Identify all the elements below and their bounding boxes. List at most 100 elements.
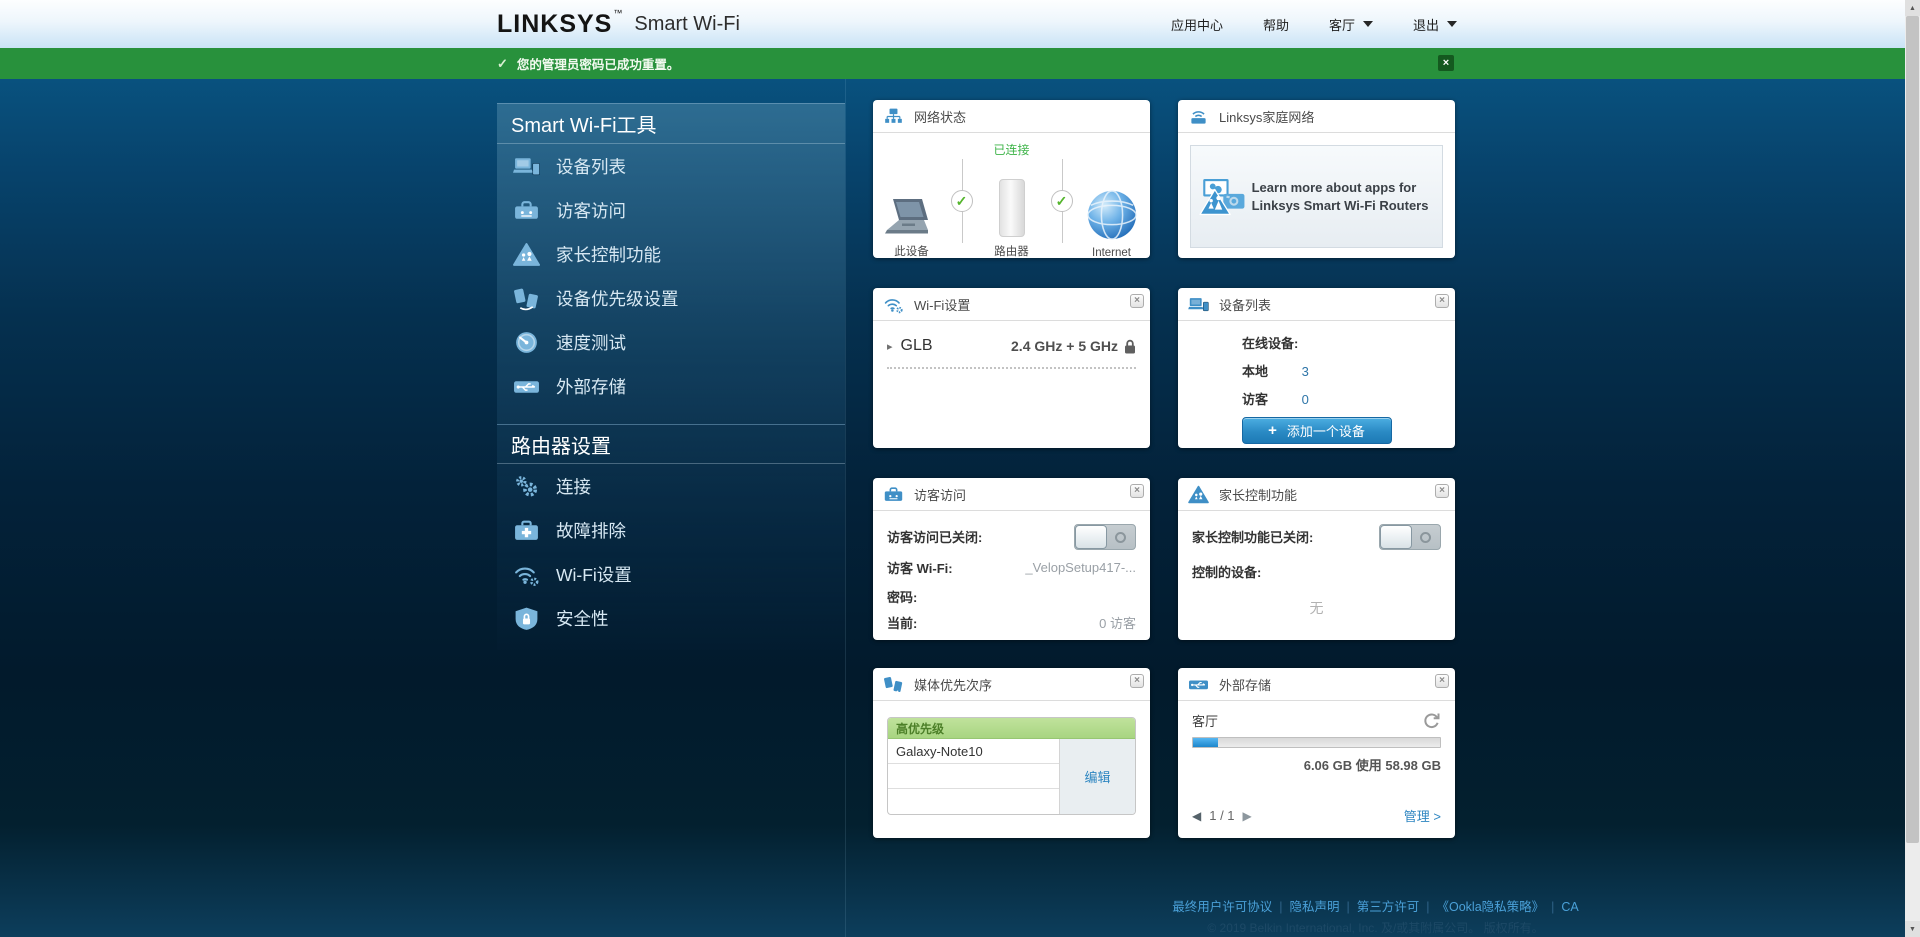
speedometer-icon (513, 330, 540, 355)
sidebar-item-security[interactable]: 安全性 (497, 596, 845, 640)
network-status-card: 网络状态 已连接 此设备 ✓ 路由器 ✓ Internet (873, 100, 1150, 259)
router-node: 路由器 (977, 179, 1047, 259)
laptop-icon (884, 199, 928, 234)
sidebar-item-troubleshooting[interactable]: 故障排除 (497, 508, 845, 552)
manage-storage-link[interactable]: 管理 > (1404, 806, 1441, 825)
nav-help[interactable]: 帮助 (1263, 15, 1289, 34)
apps-promo-banner[interactable]: Learn more about apps for Linksys Smart … (1190, 145, 1443, 248)
node-label: 此设备 (894, 246, 929, 258)
dotted-divider (887, 367, 1136, 369)
close-icon[interactable]: × (1130, 294, 1144, 308)
guest-devices-row: 访客 0 (1242, 389, 1455, 408)
sidebar-item-guest-access[interactable]: 访客访问 (497, 188, 845, 232)
router-tower-icon (998, 179, 1025, 237)
online-devices-label: 在线设备: (1242, 336, 1299, 351)
sidebar-item-speed-test[interactable]: 速度测试 (497, 320, 845, 364)
current-guests-value: 0 访客 (1099, 615, 1136, 631)
card-header: 设备列表 (1178, 288, 1455, 321)
footer-links: 最终用户许可协议 | 隐私声明 | 第三方许可 | 《Ookla隐私策略》 | CA (846, 896, 1905, 915)
parental-status-label: 家长控制功能已关闭: (1192, 530, 1314, 545)
footer-link-eula[interactable]: 最终用户许可协议 (1172, 900, 1272, 914)
next-page-icon[interactable]: ▶ (1243, 809, 1252, 823)
close-icon[interactable]: × (1130, 674, 1144, 688)
media-prioritization-card: 媒体优先次序 × 高优先级 Galaxy-Note10 编辑 (873, 668, 1150, 838)
sidebar: Smart Wi-Fi工具 设备列表 访客访问 家长控制功能 设备优先级设置 速… (497, 103, 845, 650)
scrollbar-thumb[interactable] (1906, 16, 1919, 843)
sidebar-item-label: Wi-Fi设置 (556, 564, 632, 585)
close-icon[interactable]: × (1435, 294, 1449, 308)
footer-separator: | (1346, 900, 1350, 914)
nav-router-menu-label: 客厅 (1328, 17, 1355, 33)
success-message: ✓ 您的管理员密码已成功重置。 (497, 48, 679, 79)
usb-storage-icon (513, 374, 540, 399)
card-title: 外部存储 (1219, 677, 1272, 693)
node-label: Internet (1092, 247, 1131, 259)
ssid-name: GLB (900, 337, 933, 354)
card-title: Linksys家庭网络 (1219, 109, 1315, 125)
sidebar-item-device-prioritization[interactable]: 设备优先级设置 (497, 276, 845, 320)
sidebar-item-wifi-settings[interactable]: Wi-Fi设置 (497, 552, 845, 596)
refresh-icon[interactable] (1422, 711, 1441, 730)
external-storage-body: 客厅 6.06 GB 使用 58.98 GB ◀ 1 / 1 ▶ 管理 > (1178, 701, 1455, 837)
devices-icon (1188, 295, 1209, 314)
guest-password-label: 密码: (887, 589, 918, 605)
sidebar-item-label: 设备优先级设置 (556, 288, 679, 309)
sidebar-item-label: 连接 (556, 476, 591, 497)
sidebar-item-label: 外部存储 (556, 376, 626, 397)
guest-access-card: 访客访问 × 访客访问已关闭: 访客 Wi-Fi: _VelopSetup417… (873, 478, 1150, 640)
local-count[interactable]: 3 (1302, 364, 1309, 379)
footer-link-thirdparty[interactable]: 第三方许可 (1357, 900, 1420, 914)
nav-app-center-label: 应用中心 (1170, 17, 1223, 33)
guest-access-toggle[interactable] (1074, 523, 1136, 550)
close-icon[interactable]: × (1435, 674, 1449, 688)
trademark-symbol: ™ (613, 8, 623, 18)
sidebar-item-label: 设备列表 (556, 156, 626, 177)
nav-app-center[interactable]: 应用中心 (1171, 15, 1223, 34)
guest-label: 访客 (1242, 392, 1269, 407)
footer-link-ookla-privacy[interactable]: 《Ookla隐私策略》 (1437, 900, 1545, 914)
nav-logout-label: 退出 (1412, 17, 1439, 33)
parental-controls-toggle[interactable] (1379, 523, 1441, 550)
top-nav: 应用中心 帮助 客厅 退出 (1171, 0, 1457, 48)
card-header: 外部存储 (1178, 668, 1455, 701)
footer-link-ca[interactable]: CA (1561, 900, 1578, 914)
linksys-smart-wifi-page: LINKSYS ™ Smart Wi-Fi 应用中心 帮助 客厅 退出 ✓ 您的 (0, 0, 1920, 937)
devices-icon (513, 154, 540, 179)
nav-router-menu[interactable]: 客厅 (1329, 15, 1373, 34)
card-title: 网络状态 (914, 109, 967, 125)
external-storage-card: 外部存储 × 客厅 6.06 GB 使用 58.98 GB ◀ 1 / 1 ▶ (1178, 668, 1455, 838)
local-label: 本地 (1242, 364, 1269, 379)
device-list-card: 设备列表 × 在线设备: 本地 3 访客 0 + 添加一个设备 (1178, 288, 1455, 448)
parental-controls-body: 家长控制功能已关闭: 控制的设备: 无 (1178, 511, 1455, 618)
sidebar-item-connectivity[interactable]: 连接 (497, 464, 845, 508)
ssid-row[interactable]: ▸ GLB 2.4 GHz + 5 GHz (873, 321, 1150, 367)
priority-device-row: Galaxy-Note10 (888, 739, 1059, 764)
sidebar-item-parental-controls[interactable]: 家长控制功能 (497, 232, 845, 276)
expand-caret-icon[interactable]: ▸ (887, 340, 893, 353)
check-circle-icon: ✓ (950, 190, 973, 212)
wifi-gear-icon (883, 295, 904, 314)
parental-controls-card: 家长控制功能 × 家长控制功能已关闭: 控制的设备: 无 (1178, 478, 1455, 640)
nav-logout[interactable]: 退出 (1413, 15, 1457, 34)
copyright-text: © 2019 Belkin International, Inc. 及/或其附属… (1207, 921, 1544, 935)
close-icon[interactable]: × (1435, 484, 1449, 498)
scroll-down-icon[interactable]: ▼ (1905, 921, 1920, 937)
scroll-up-icon[interactable]: ▲ (1905, 0, 1920, 16)
add-device-button[interactable]: + 添加一个设备 (1241, 417, 1392, 444)
globe-icon (1086, 190, 1137, 240)
vertical-scrollbar[interactable]: ▲ ▼ (1905, 0, 1920, 937)
restricted-devices-value: 无 (1309, 600, 1324, 616)
add-device-label: 添加一个设备 (1286, 424, 1365, 439)
footer-link-privacy[interactable]: 隐私声明 (1289, 900, 1339, 914)
local-devices-row: 本地 3 (1242, 361, 1455, 380)
success-message-text: 您的管理员密码已成功重置。 (516, 58, 680, 72)
guest-count[interactable]: 0 (1302, 392, 1309, 407)
banner-close-button[interactable]: × (1438, 55, 1454, 71)
prev-page-icon[interactable]: ◀ (1192, 809, 1201, 823)
router-wifi-icon (1188, 107, 1209, 126)
sidebar-item-device-list[interactable]: 设备列表 (497, 144, 845, 188)
edit-priority-link[interactable]: 编辑 (1059, 739, 1135, 814)
sidebar-item-external-storage[interactable]: 外部存储 (497, 364, 845, 408)
restricted-devices-label: 控制的设备: (1192, 564, 1262, 580)
close-icon[interactable]: × (1130, 484, 1144, 498)
